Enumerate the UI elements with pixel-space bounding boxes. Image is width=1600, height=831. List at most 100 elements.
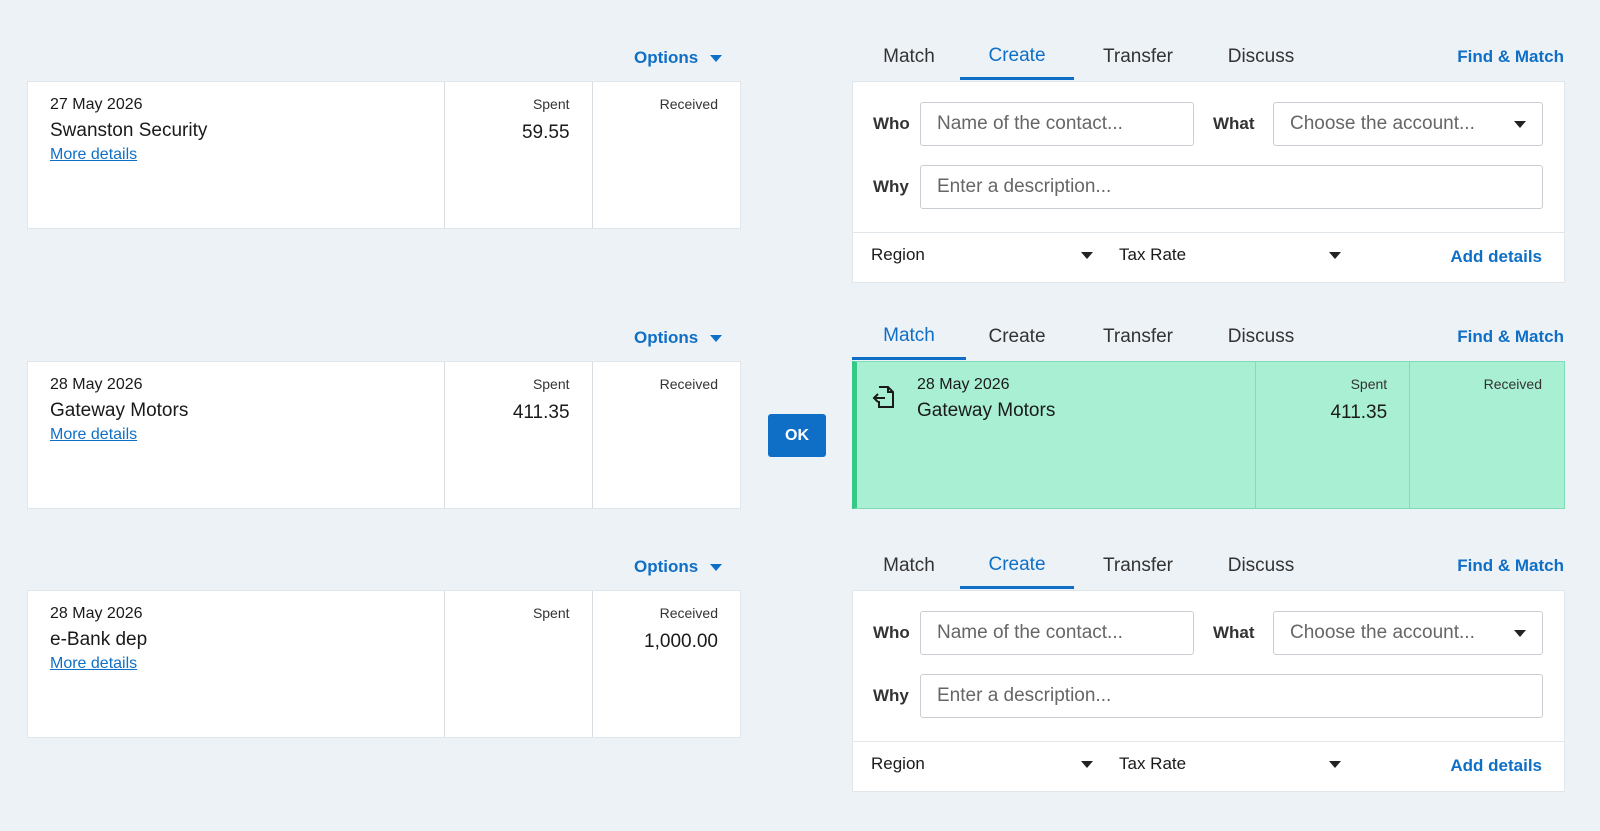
more-details-link[interactable]: More details <box>50 426 137 443</box>
tab-match[interactable]: Match <box>852 34 966 80</box>
what-select[interactable]: Choose the account... <box>1273 611 1543 655</box>
create-panel: Who What Choose the account... Why Regio… <box>852 81 1565 283</box>
action-tabs: Match Create Transfer Discuss Find & Mat… <box>852 34 1564 80</box>
received-label: Received <box>659 376 718 392</box>
what-label: What <box>1213 623 1255 642</box>
who-input[interactable] <box>920 611 1194 655</box>
caret-down-icon <box>710 563 723 571</box>
what-select[interactable]: Choose the account... <box>1273 102 1543 146</box>
region-label: Region <box>871 245 925 264</box>
received-column: Received <box>593 82 740 228</box>
statement-date: 28 May 2026 <box>50 376 143 393</box>
why-input[interactable] <box>920 674 1543 718</box>
tax-rate-label: Tax Rate <box>1119 754 1187 773</box>
caret-down-icon <box>1329 760 1341 768</box>
match-details: 28 May 2026 Gateway Motors <box>857 362 1257 508</box>
statement-payee: Gateway Motors <box>50 400 189 421</box>
spent-column: Spent 59.55 <box>445 82 593 228</box>
add-details-link[interactable]: Add details <box>1450 247 1542 267</box>
find-match-link[interactable]: Find & Match <box>1457 543 1564 589</box>
what-label: What <box>1213 114 1255 133</box>
spent-label: Spent <box>532 605 570 621</box>
statement-date: 28 May 2026 <box>50 605 143 622</box>
tab-discuss[interactable]: Discuss <box>1204 543 1318 589</box>
why-input[interactable] <box>920 165 1543 209</box>
caret-down-icon <box>1329 251 1341 259</box>
tab-discuss[interactable]: Discuss <box>1204 314 1318 360</box>
received-amount: 1,000.00 <box>644 631 718 652</box>
statement-details: 28 May 2026 Gateway Motors More details <box>28 362 446 508</box>
more-details-link[interactable]: More details <box>50 655 137 672</box>
ok-button[interactable]: OK <box>768 414 826 457</box>
tab-discuss[interactable]: Discuss <box>1204 34 1318 80</box>
statement-line: 27 May 2026 Swanston Security More detai… <box>27 81 741 229</box>
statement-details: 28 May 2026 e-Bank dep More details <box>28 591 446 737</box>
find-match-link[interactable]: Find & Match <box>1457 34 1564 80</box>
find-match-link[interactable]: Find & Match <box>1457 314 1564 360</box>
caret-down-icon <box>1514 120 1526 128</box>
action-tabs: Match Create Transfer Discuss Find & Mat… <box>852 543 1564 589</box>
who-label: Who <box>873 114 910 133</box>
tab-match[interactable]: Match <box>852 314 966 360</box>
what-placeholder: Choose the account... <box>1290 113 1475 134</box>
what-placeholder: Choose the account... <box>1290 622 1475 643</box>
match-date: 28 May 2026 <box>917 376 1010 393</box>
who-input[interactable] <box>920 102 1194 146</box>
spent-column: Spent <box>445 591 593 737</box>
match-text: 28 May 2026 Gateway Motors <box>917 376 1241 422</box>
statement-date: 27 May 2026 <box>50 96 143 113</box>
spent-amount: 59.55 <box>521 122 570 143</box>
statement-line: 28 May 2026 e-Bank dep More details Spen… <box>27 590 741 738</box>
statement-details: 27 May 2026 Swanston Security More detai… <box>28 82 446 228</box>
create-footer: Region Tax Rate Add details <box>853 232 1564 282</box>
options-label: Options <box>634 328 699 347</box>
spent-amount: 411.35 <box>1330 402 1388 423</box>
tax-rate-select[interactable]: Tax Rate <box>1119 245 1341 265</box>
received-label: Received <box>1483 376 1542 392</box>
why-label: Why <box>873 177 909 196</box>
region-select[interactable]: Region <box>871 245 1093 265</box>
statement-payee: Swanston Security <box>50 120 208 141</box>
document-arrow-icon <box>871 384 897 415</box>
match-panel[interactable]: 28 May 2026 Gateway Motors Spent 411.35 … <box>852 361 1565 509</box>
received-label: Received <box>659 96 718 112</box>
add-details-link[interactable]: Add details <box>1450 756 1542 776</box>
spent-amount: 411.35 <box>512 402 570 423</box>
statement-line: 28 May 2026 Gateway Motors More details … <box>27 361 741 509</box>
region-select[interactable]: Region <box>871 754 1093 774</box>
caret-down-icon <box>1514 629 1526 637</box>
tax-rate-select[interactable]: Tax Rate <box>1119 754 1341 774</box>
tab-create[interactable]: Create <box>960 314 1074 360</box>
received-label: Received <box>659 605 718 621</box>
tab-create[interactable]: Create <box>960 543 1074 589</box>
why-label: Why <box>873 686 909 705</box>
tab-transfer[interactable]: Transfer <box>1081 543 1195 589</box>
create-footer: Region Tax Rate Add details <box>853 741 1564 791</box>
match-spent-column: Spent 411.35 <box>1256 362 1411 508</box>
reconcile-row-3: Options 28 May 2026 e-Bank dep More deta… <box>0 509 1600 809</box>
tab-transfer[interactable]: Transfer <box>1081 314 1195 360</box>
action-tabs: Match Create Transfer Discuss Find & Mat… <box>852 314 1564 360</box>
statement-payee: e-Bank dep <box>50 629 148 650</box>
match-payee: Gateway Motors <box>917 400 1056 421</box>
caret-down-icon <box>1081 251 1093 259</box>
options-dropdown[interactable]: Options <box>634 557 723 577</box>
tab-transfer[interactable]: Transfer <box>1081 34 1195 80</box>
spent-column: Spent 411.35 <box>445 362 593 508</box>
options-label: Options <box>634 48 699 67</box>
more-details-link[interactable]: More details <box>50 146 137 163</box>
tab-match[interactable]: Match <box>852 543 966 589</box>
reconcile-row-2: Options 28 May 2026 Gateway Motors More … <box>0 280 1600 520</box>
options-dropdown[interactable]: Options <box>634 48 723 68</box>
spent-label: Spent <box>532 376 570 392</box>
options-dropdown[interactable]: Options <box>634 328 723 348</box>
reconcile-row-1: Options 27 May 2026 Swanston Security Mo… <box>0 0 1600 285</box>
region-label: Region <box>871 754 925 773</box>
spent-label: Spent <box>532 96 570 112</box>
options-label: Options <box>634 557 699 576</box>
spent-label: Spent <box>1350 376 1388 392</box>
received-column: Received 1,000.00 <box>593 591 740 737</box>
who-label: Who <box>873 623 910 642</box>
received-column: Received <box>593 362 740 508</box>
tab-create[interactable]: Create <box>960 34 1074 80</box>
